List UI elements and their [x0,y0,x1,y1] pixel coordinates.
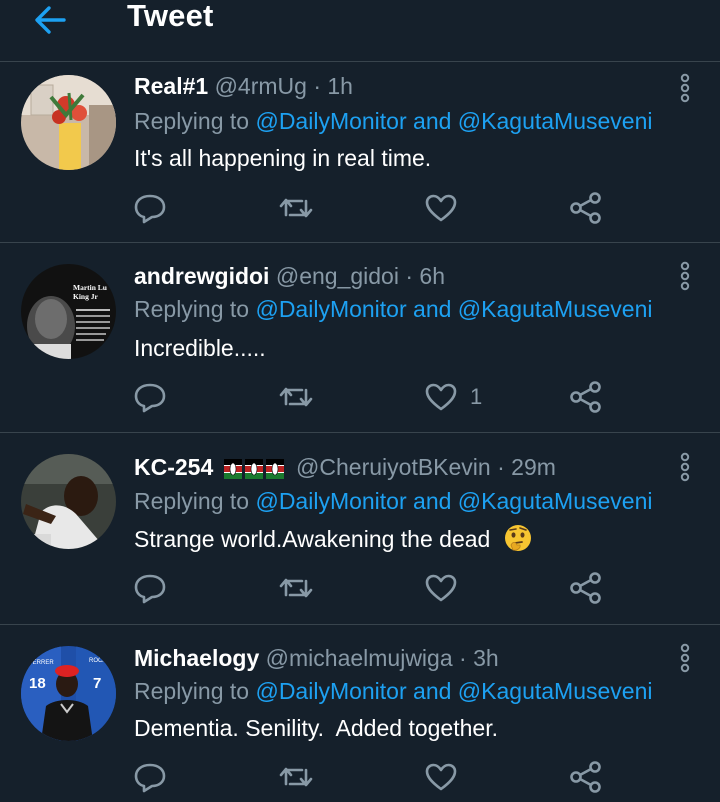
thinking-face-emoji [504,525,531,552]
replying-to-label: Replying to [134,296,250,322]
mention-link[interactable]: @KagutaMuseveni [458,678,653,704]
user-handle[interactable]: @michaelmujwiga [266,645,453,671]
tweet-text: Strange world.Awakening the dead [134,524,533,554]
like-icon[interactable] [421,380,461,414]
separator-dot: · [497,454,505,480]
reply-tweet[interactable]: Martin Lu King Jr andrewgidoi @eng_gidoi… [0,244,720,433]
more-options-icon[interactable] [676,452,694,482]
avatar[interactable]: Martin Lu King Jr [21,264,116,359]
and-label: and [413,678,452,704]
separator-dot: · [405,263,414,289]
tweet-header: Real#1 @4rmUg · 1h [134,71,353,101]
jersey-number: 18 [29,675,46,692]
retweet-icon[interactable] [276,380,316,414]
and-label: and [413,108,452,134]
reply-tweet[interactable]: TERRER 18 ROCAMA 7 Michaelogy @michaelmu… [0,626,720,802]
tweet-header: andrewgidoi @eng_gidoi · 6h [134,261,445,291]
reply-icon[interactable] [130,571,170,605]
replying-to: Replying to @DailyMonitor and @KagutaMus… [134,486,652,516]
avatar[interactable] [21,454,116,549]
user-handle[interactable]: @eng_gidoi [276,263,399,289]
timestamp: 3h [473,645,499,671]
reply-icon[interactable] [130,380,170,414]
top-app-bar: Tweet [0,0,720,62]
display-name[interactable]: Real#1 [134,73,208,99]
mention-link[interactable]: @KagutaMuseveni [458,296,653,322]
mention-link[interactable]: @DailyMonitor [255,678,406,704]
like-icon[interactable] [421,191,461,225]
tweet-header: Michaelogy @michaelmujwiga · 3h [134,643,499,673]
separator-dot: · [459,645,467,671]
like-icon[interactable] [421,760,461,794]
avatar[interactable] [21,75,116,170]
avatar-caption: King Jr [73,292,98,301]
share-icon[interactable] [566,191,606,225]
tweet-header: KC-254 @CheruiyotBKevin · 29m [134,452,556,482]
jersey-number: 7 [93,675,101,692]
mention-link[interactable]: @KagutaMuseveni [458,108,653,134]
like-count: 1 [470,384,483,409]
page-title: Tweet [127,0,214,33]
mention-link[interactable]: @DailyMonitor [255,488,406,514]
reply-tweet[interactable]: Real#1 @4rmUg · 1h Replying to @DailyMon… [0,63,720,243]
user-handle[interactable]: @4rmUg [215,73,307,99]
user-handle[interactable]: @CheruiyotBKevin [296,454,491,480]
tweet-text-content: Strange world.Awakening the dead [134,526,491,552]
display-name[interactable]: andrewgidoi [134,263,269,289]
reply-icon[interactable] [130,191,170,225]
more-options-icon[interactable] [676,261,694,291]
share-icon[interactable] [566,760,606,794]
retweet-icon[interactable] [276,760,316,794]
avatar[interactable]: TERRER 18 ROCAMA 7 [21,646,116,741]
mention-link[interactable]: @DailyMonitor [255,296,406,322]
retweet-icon[interactable] [276,571,316,605]
tweet-text: It's all happening in real time. [134,145,432,171]
separator-dot: · [313,73,321,99]
arrow-left-icon[interactable] [30,2,70,38]
timestamp: 1h [327,73,353,99]
replying-to-label: Replying to [134,108,250,134]
replying-to-label: Replying to [134,678,250,704]
kenya-flag-icon [223,458,284,479]
svg-text:ROCAMA: ROCAMA [89,658,115,664]
and-label: and [413,296,452,322]
replying-to: Replying to @DailyMonitor and @KagutaMus… [134,294,652,324]
mention-link[interactable]: @KagutaMuseveni [458,488,653,514]
avatar-caption: Martin Lu [73,283,107,292]
display-name[interactable]: Michaelogy [134,645,259,671]
timestamp: 29m [511,454,556,480]
retweet-icon[interactable] [276,191,316,225]
mention-link[interactable]: @DailyMonitor [255,108,406,134]
share-icon[interactable] [566,571,606,605]
svg-text:TERRER: TERRER [29,660,54,666]
more-options-icon[interactable] [676,73,694,103]
display-name[interactable]: KC-254 [134,454,213,480]
replying-to-label: Replying to [134,488,250,514]
tweet-text: Incredible..... [134,335,266,361]
reply-tweet[interactable]: KC-254 @CheruiyotBKevin · 29m Replying t… [0,434,720,625]
and-label: and [413,488,452,514]
replying-to: Replying to @DailyMonitor and @KagutaMus… [134,676,652,706]
share-icon[interactable] [566,380,606,414]
like-icon[interactable] [421,571,461,605]
timestamp: 6h [419,263,445,289]
reply-icon[interactable] [130,760,170,794]
tweet-text: Dementia. Senility. Added together. [134,715,498,741]
replying-to: Replying to @DailyMonitor and @KagutaMus… [134,106,652,136]
more-options-icon[interactable] [676,643,694,673]
